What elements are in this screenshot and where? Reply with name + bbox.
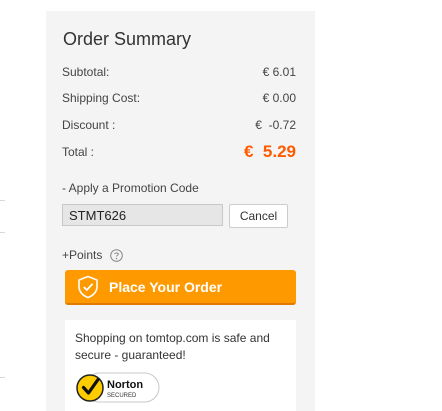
place-order-label: Place Your Order <box>109 279 223 295</box>
shipping-cost-label: Shipping Cost: <box>62 91 141 105</box>
order-summary-title: Order Summary <box>63 29 192 49</box>
left-edge-tick <box>0 200 5 201</box>
points-row: +Points <box>62 248 123 263</box>
security-notice: Shopping on tomtop.com is safe and secur… <box>65 320 296 411</box>
cancel-promotion-button[interactable]: Cancel <box>229 204 288 228</box>
shipping-cost-row: Shipping Cost: € 0.00 <box>62 91 296 109</box>
norton-badge-text: Norton <box>107 379 143 391</box>
order-summary-panel: Order Summary Subtotal: € 6.01 Shipping … <box>46 11 315 411</box>
norton-badge-subtext: SECURED <box>107 393 137 399</box>
discount-value: € -0.72 <box>255 118 296 132</box>
subtotal-value: € 6.01 <box>262 65 296 79</box>
norton-secured-badge: Norton SECURED <box>76 372 160 403</box>
left-edge-tick <box>0 377 5 378</box>
left-edge-tick <box>0 232 5 233</box>
discount-row: Discount : € -0.72 <box>62 118 296 136</box>
discount-label: Discount : <box>62 118 116 132</box>
security-text: Shopping on tomtop.com is safe and secur… <box>75 331 270 362</box>
promotion-code-label: - Apply a Promotion Code <box>62 181 199 195</box>
shipping-cost-value: € 0.00 <box>262 91 296 105</box>
total-row: Total : € 5.29 <box>62 142 296 163</box>
total-value: € 5.29 <box>244 142 296 161</box>
points-label: +Points <box>62 248 103 262</box>
shield-check-icon <box>78 275 98 299</box>
place-order-button[interactable]: Place Your Order <box>65 270 296 305</box>
subtotal-row: Subtotal: € 6.01 <box>62 65 296 83</box>
total-label: Total : <box>62 145 95 159</box>
subtotal-label: Subtotal: <box>62 65 110 79</box>
question-circle-icon[interactable] <box>109 249 123 263</box>
promotion-code-input[interactable] <box>62 204 223 226</box>
